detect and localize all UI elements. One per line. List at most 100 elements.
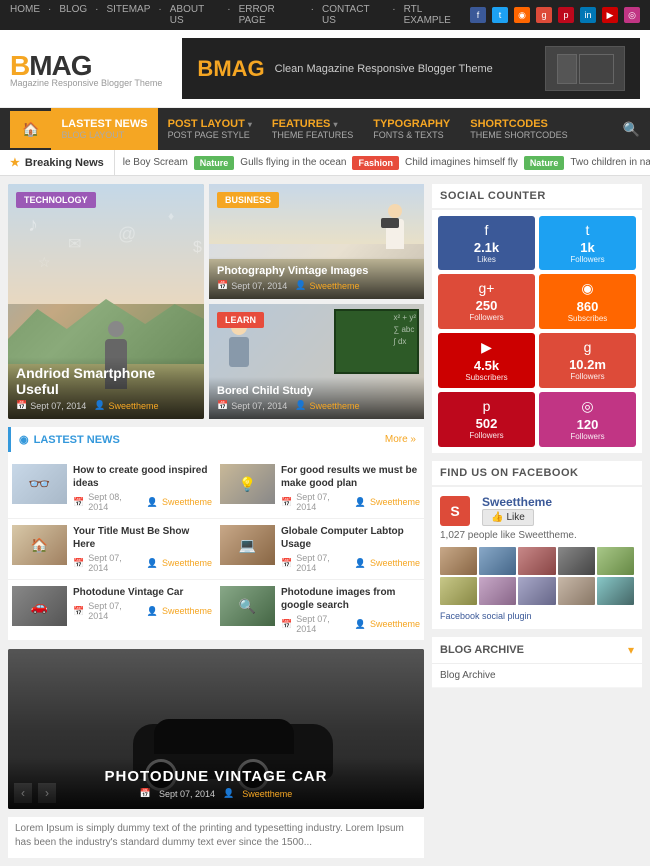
fb-thumb-9 [558, 577, 595, 605]
nav-lastest-news[interactable]: LASTEST NEWS BLOG LAYOUT [51, 108, 157, 150]
latest-news-more[interactable]: More » [385, 434, 416, 445]
featured-main-article[interactable]: ♪ ✉ @ ☆ ♦ $ TECHNOLOGY Andriod Smartphon… [8, 184, 204, 419]
nav-typography[interactable]: TYPOGRAPHY FONTS & TEXTS [363, 108, 460, 150]
news-meta-0: 📅Sept 08, 2014 👤Sweettheme [73, 492, 212, 512]
news-content-5: Photodune images from google search 📅Sep… [281, 586, 420, 634]
news-item-4[interactable]: 🚗 Photodune Vintage Car 📅Sept 07, 2014 👤… [8, 580, 216, 641]
linkedin-icon[interactable]: in [580, 7, 596, 23]
nav-shortcodes[interactable]: SHORTCODES THEME SHORTCODES [460, 108, 577, 150]
thumbs-up-icon: 👍 [491, 512, 503, 523]
nav-sep3: · [158, 4, 161, 26]
nav-sitemap[interactable]: SITEMAP [106, 4, 150, 26]
twitter-icon[interactable]: t [492, 7, 508, 23]
news-title-2: Your Title Must Be Show Here [73, 525, 212, 551]
rss-icon[interactable]: ◉ [514, 7, 530, 23]
blog-archive-title: BLOG ARCHIVE [440, 644, 524, 656]
news-item-1[interactable]: 💡 For good results we must be make good … [216, 458, 424, 519]
youtube-icon: ▶ [481, 339, 492, 356]
social-card-twitter[interactable]: t 1k Followers [539, 216, 636, 270]
main-column: ♪ ✉ @ ☆ ♦ $ TECHNOLOGY Andriod Smartphon… [8, 184, 424, 858]
news-content-2: Your Title Must Be Show Here 📅Sept 07, 2… [73, 525, 212, 573]
featured-top-right-title: Photography Vintage Images [217, 265, 416, 277]
breaking-item-2: Child imagines himself fly [405, 157, 518, 168]
vintage-car-section[interactable]: ‹ › PHOTODUNE VINTAGE CAR 📅Sept 07, 2014… [8, 649, 424, 809]
breaking-tag-nature: Nature [194, 156, 235, 170]
fb-thumb-4 [558, 547, 595, 575]
instagram-icon: ◎ [581, 398, 593, 415]
youtube-icon[interactable]: ▶ [602, 7, 618, 23]
news-item-5[interactable]: 🔍 Photodune images from google search 📅S… [216, 580, 424, 641]
instagram-icon[interactable]: ◎ [624, 7, 640, 23]
nav-features[interactable]: FEATURES ▾ THEME FEATURES [262, 108, 363, 150]
pinterest-icon[interactable]: p [558, 7, 574, 23]
breaking-item-0: le Boy Scream [123, 157, 188, 168]
featured-top-right[interactable]: BUSINESS Photography Vintage Images 📅 Se… [209, 184, 424, 299]
news-content-3: Globale Computer Labtop Usage 📅Sept 07, … [281, 525, 420, 573]
sidebar: SOCIAL COUNTER f 2.1k Likes t 1k Followe… [432, 184, 642, 858]
news-item-2[interactable]: 🏠 Your Title Must Be Show Here 📅Sept 07,… [8, 519, 216, 580]
top-bar: HOME · BLOG · SITEMAP · ABOUT US · ERROR… [0, 0, 650, 30]
archive-item-0[interactable]: Blog Archive [432, 664, 642, 688]
featured-bottom-right[interactable]: x² + y²∑ abc∫ dx LEARN Bored Child Study… [209, 304, 424, 419]
featured-bottom-right-title: Bored Child Study [217, 385, 416, 397]
social-card-youtube[interactable]: ▶ 4.5k Subscribers [438, 333, 535, 388]
news-thumb-1: 💡 [220, 464, 275, 504]
facebook-section: FIND US ON FACEBOOK S Sweettheme 👍 Like … [432, 461, 642, 629]
nav-sep6: · [392, 4, 395, 26]
social-card-facebook[interactable]: f 2.1k Likes [438, 216, 535, 270]
top-navigation[interactable]: HOME · BLOG · SITEMAP · ABOUT US · ERROR… [10, 4, 470, 26]
googleplus-icon[interactable]: g [536, 7, 552, 23]
twitter-icon: t [586, 222, 590, 238]
fb-thumb-10 [597, 577, 634, 605]
nav-post-layout[interactable]: POST LAYOUT ▾ POST PAGE STYLE [158, 108, 262, 150]
facebook-icon[interactable]: f [470, 7, 486, 23]
facebook-page-name[interactable]: Sweettheme [482, 495, 552, 509]
banner-tagline: Clean Magazine Responsive Blogger Theme [275, 63, 493, 75]
featured-top-right-overlay: Photography Vintage Images 📅 Sept 07, 20… [209, 257, 424, 299]
breaking-news-items: le Boy Scream Nature Gulls flying in the… [115, 151, 650, 175]
site-header: BMAG Magazine Responsive Blogger Theme B… [0, 30, 650, 108]
latest-news-section: ◉ LASTEST NEWS More » 👓 How to create go… [8, 427, 424, 641]
nav-contact[interactable]: CONTACT US [322, 4, 384, 26]
social-card-pinterest[interactable]: p 502 Followers [438, 392, 535, 447]
vintage-car-title: PHOTODUNE VINTAGE CAR [18, 768, 414, 785]
social-card-rss[interactable]: ◉ 860 Subscribes [539, 274, 636, 329]
fb-thumb-2 [479, 547, 516, 575]
facebook-like-button[interactable]: 👍 Like [482, 509, 534, 526]
nav-blog[interactable]: BLOG [59, 4, 87, 26]
nav-sep4: · [227, 4, 230, 26]
facebook-thumbnails [440, 547, 634, 605]
news-item-0[interactable]: 👓 How to create good inspired ideas 📅Sep… [8, 458, 216, 519]
nav-search-icon[interactable]: 🔍 [623, 121, 640, 138]
news-meta-2: 📅Sept 07, 2014 👤Sweettheme [73, 553, 212, 573]
social-counter-grid: f 2.1k Likes t 1k Followers g+ 250 Follo… [432, 210, 642, 453]
breaking-tag-nature2: Nature [524, 156, 565, 170]
nav-rtl[interactable]: RTL EXAMPLE [404, 4, 470, 26]
nav-sep: · [48, 4, 51, 26]
facebook-section-title: FIND US ON FACEBOOK [432, 461, 642, 487]
featured-bottom-right-overlay: Bored Child Study 📅 Sept 07, 2014 👤 Swee… [209, 377, 424, 419]
social-card-googleplus[interactable]: g+ 250 Followers [438, 274, 535, 329]
breaking-item-1: Gulls flying in the ocean [240, 157, 346, 168]
nav-home-button[interactable]: 🏠 [10, 111, 51, 148]
nav-home[interactable]: HOME [10, 4, 40, 26]
featured-main-author: 👤 Sweettheme [94, 400, 158, 411]
facebook-plugin-link[interactable]: Facebook social plugin [440, 611, 634, 621]
news-item-3[interactable]: 💻 Globale Computer Labtop Usage 📅Sept 07… [216, 519, 424, 580]
logo-subtitle: Magazine Responsive Blogger Theme [10, 78, 162, 88]
featured-grid: ♪ ✉ @ ☆ ♦ $ TECHNOLOGY Andriod Smartphon… [8, 184, 424, 419]
latest-news-header: ◉ LASTEST NEWS More » [8, 427, 424, 452]
news-meta-1: 📅Sept 07, 2014 👤Sweettheme [281, 492, 420, 512]
nav-error[interactable]: ERROR PAGE [239, 4, 303, 26]
nav-sep5: · [311, 4, 314, 26]
nav-about[interactable]: ABOUT US [170, 4, 219, 26]
archive-collapse-icon[interactable]: ▾ [628, 643, 634, 657]
social-card-instagram[interactable]: ◎ 120 Followers [539, 392, 636, 447]
googleplus-icon: g+ [479, 280, 495, 296]
social-card-googleplus2[interactable]: g 10.2m Followers [539, 333, 636, 388]
blog-archive-header: BLOG ARCHIVE ▾ [432, 637, 642, 664]
site-logo[interactable]: BMAG Magazine Responsive Blogger Theme [10, 50, 162, 88]
news-meta-4: 📅Sept 07, 2014 👤Sweettheme [73, 601, 212, 621]
social-counter-title: SOCIAL COUNTER [432, 184, 642, 210]
nav-sep2: · [95, 4, 98, 26]
